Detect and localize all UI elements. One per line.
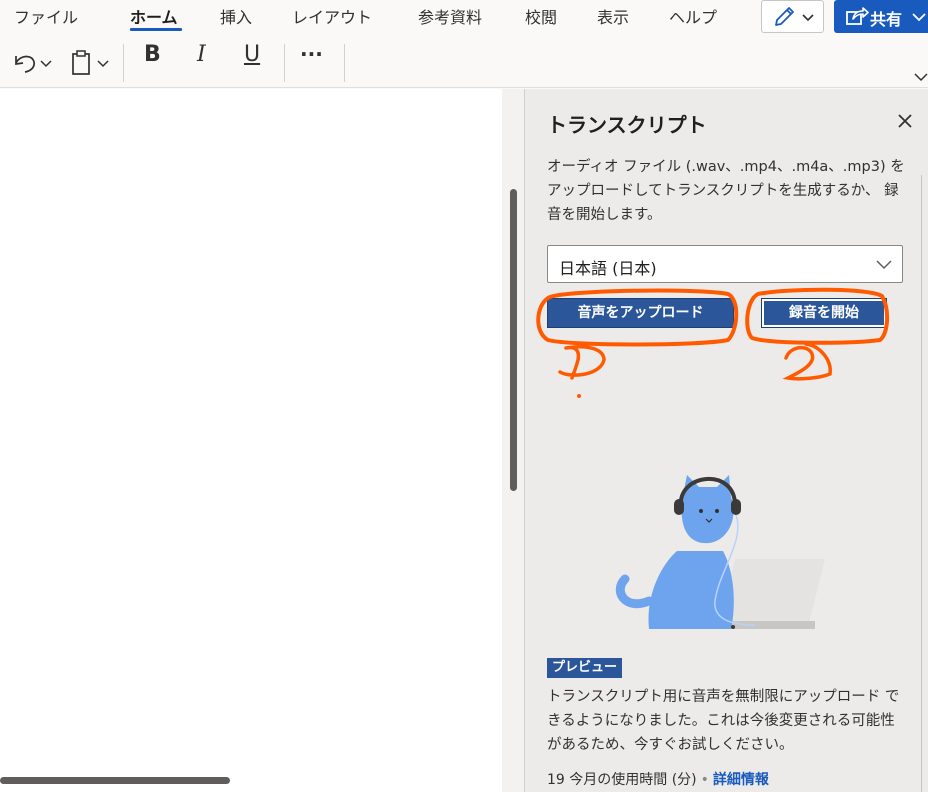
share-label: 共有 (870, 10, 903, 29)
undo-button[interactable] (8, 44, 56, 80)
chevron-down-icon (802, 14, 814, 22)
tab-insert[interactable]: 挿入 (220, 4, 252, 28)
learn-more-link[interactable]: 詳細情報 (713, 772, 769, 788)
clipboard-icon (72, 50, 109, 75)
close-pane-button[interactable] (893, 109, 917, 133)
chevron-down-icon (876, 260, 892, 270)
upload-audio-button[interactable]: 音声をアップロード (547, 298, 734, 328)
tab-review[interactable]: 校閲 (525, 4, 557, 28)
ribbon-toolbar: B I U ··· (0, 36, 928, 88)
pane-scrollbar-track[interactable] (921, 175, 922, 792)
pencil-icon (775, 7, 814, 26)
share-chevron-icon (912, 13, 926, 22)
preview-description: トランスクリプト用に音声を無制限にアップロード できるようになりました。これは今… (547, 689, 900, 753)
pane-title: トランスクリプト (547, 113, 707, 137)
start-recording-button[interactable]: 録音を開始 (761, 298, 887, 328)
toolbar-divider (123, 44, 124, 82)
share-button[interactable]: 共有 (834, 0, 928, 33)
usage-info: 19 今月の使用時間 (分) • 詳細情報 (547, 769, 769, 789)
preview-badge: プレビュー (547, 658, 623, 678)
transcript-pane: トランスクリプト オーディオ ファイル (.wav、.mp4、.m4a、.mp3… (524, 89, 928, 792)
editing-mode-button[interactable] (761, 0, 824, 33)
document-canvas[interactable] (0, 89, 524, 792)
bold-button[interactable]: B (144, 42, 161, 67)
horizontal-scrollbar-thumb[interactable] (0, 777, 230, 784)
more-options-button[interactable]: ··· (300, 42, 323, 66)
usage-minutes-text: 19 今月の使用時間 (分) (547, 772, 697, 788)
language-dropdown[interactable]: 日本語 (日本) (547, 245, 903, 283)
italic-button[interactable]: I (197, 42, 206, 67)
undo-icon (15, 55, 52, 73)
word-online-window: ファイル ホーム 挿入 レイアウト 参考資料 校閲 表示 ヘルプ 共有 B I … (0, 0, 928, 792)
tab-layout[interactable]: レイアウト (292, 4, 372, 28)
usage-separator: • (700, 772, 709, 788)
toolbar-divider (344, 44, 345, 82)
ribbon-expand-chevron-icon[interactable] (914, 72, 928, 82)
tab-file[interactable]: ファイル (14, 4, 78, 28)
toolbar-divider (284, 44, 285, 82)
share-icon (846, 7, 869, 25)
underline-button[interactable]: U (244, 42, 260, 67)
pane-description: オーディオ ファイル (.wav、.mp4、.m4a、.mp3) を アップロー… (547, 159, 905, 223)
tab-references[interactable]: 参考資料 (418, 4, 482, 28)
cat-with-headphones-illustration (615, 475, 825, 629)
close-icon (898, 114, 912, 128)
tab-home[interactable]: ホーム (130, 4, 178, 28)
language-selected-value: 日本語 (日本) (559, 259, 657, 278)
tab-help[interactable]: ヘルプ (669, 4, 717, 28)
ribbon-tab-bar: ファイル ホーム 挿入 レイアウト 参考資料 校閲 表示 ヘルプ 共有 (0, 0, 928, 36)
paste-button[interactable] (68, 44, 116, 80)
tab-view[interactable]: 表示 (597, 4, 629, 28)
active-tab-indicator (130, 28, 182, 31)
vertical-scrollbar-thumb[interactable] (510, 189, 517, 491)
